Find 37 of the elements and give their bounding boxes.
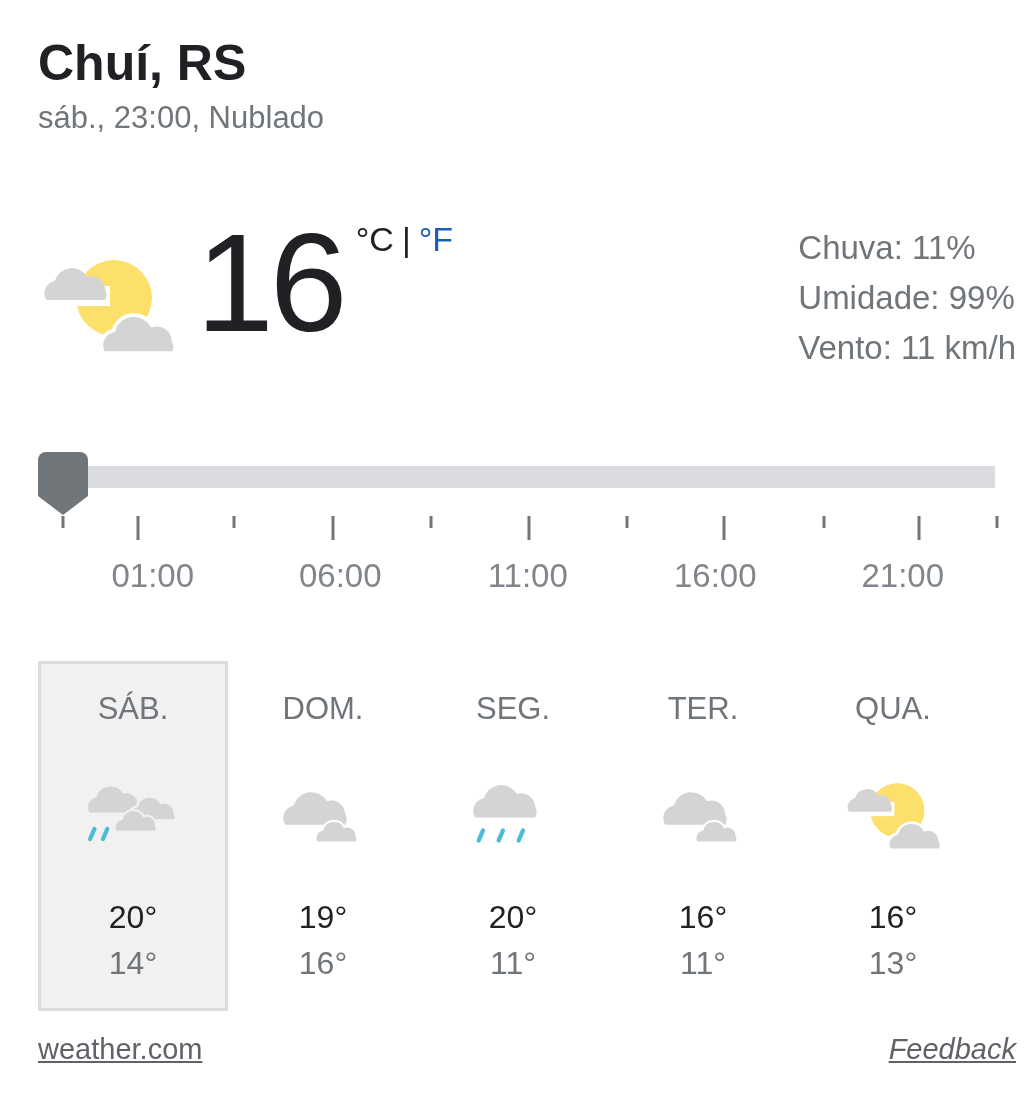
hour-label: 16:00: [672, 557, 758, 595]
high-temperature: 16°: [678, 898, 728, 937]
feedback-link[interactable]: Feedback: [888, 1033, 1016, 1066]
day-name: SÁB.: [97, 690, 169, 728]
high-temperature: 16°: [868, 898, 918, 937]
unit-toggle[interactable]: °F: [418, 220, 454, 259]
weather-detail: Vento: 11 km/h: [798, 328, 1016, 368]
low-temperature: 11°: [490, 944, 536, 983]
day-forecast[interactable]: SEG. 20° 11°: [418, 661, 608, 1011]
day-name: DOM.: [282, 690, 364, 728]
day-forecast[interactable]: TER. 16° 11°: [608, 661, 798, 1011]
temperature: 16: [196, 218, 344, 348]
location-title: Chuí, RS: [38, 34, 248, 93]
slider-thumb[interactable]: [38, 452, 88, 516]
high-temperature: 19°: [298, 898, 348, 937]
day-forecast[interactable]: DOM. 19° 16°: [228, 661, 418, 1011]
day-name: SEG.: [475, 690, 551, 728]
hour-label: 06:00: [297, 557, 383, 595]
high-temperature: 20°: [108, 898, 158, 937]
unit-toggle[interactable]: °C: [355, 220, 394, 259]
weather-detail: Chuva: 11%: [798, 228, 977, 268]
high-temperature: 20°: [488, 898, 538, 937]
low-temperature: 11°: [680, 944, 726, 983]
day-forecast[interactable]: SÁB. 20° 14°: [38, 661, 228, 1011]
low-temperature: 16°: [298, 944, 348, 983]
low-temperature: 13°: [868, 944, 918, 983]
time-condition: sáb., 23:00, Nublado: [38, 99, 326, 137]
low-temperature: 14°: [108, 944, 158, 983]
hour-label: 21:00: [860, 557, 946, 595]
day-forecast[interactable]: QUA. 16° 13°: [798, 661, 988, 1011]
unit-separator: |: [401, 220, 411, 259]
day-name: QUA.: [855, 690, 931, 728]
weather-detail: Umidade: 99%: [798, 278, 1016, 318]
hour-label: 01:00: [110, 557, 196, 595]
hour-label: 11:00: [486, 557, 569, 595]
source-link[interactable]: weather.com: [38, 1033, 203, 1066]
day-name: TER.: [667, 690, 739, 728]
